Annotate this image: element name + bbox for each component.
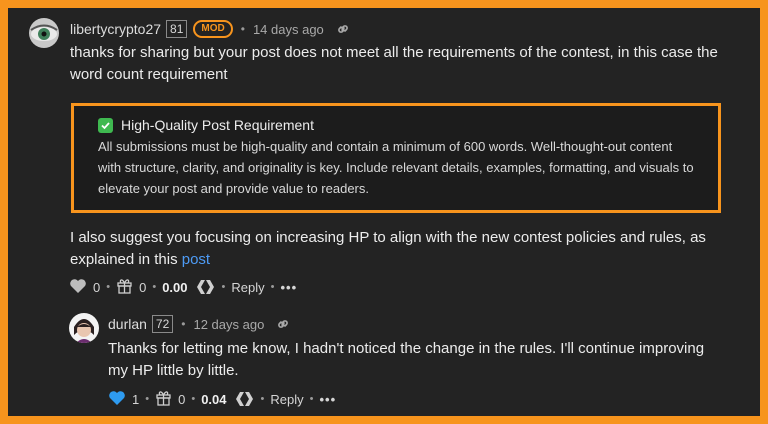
separator: • — [145, 393, 150, 405]
reply-author-name[interactable]: durlan — [108, 316, 147, 332]
separator: • — [181, 317, 186, 331]
separator: • — [309, 393, 314, 405]
author-name[interactable]: libertycrypto27 — [70, 21, 161, 37]
hive-icon[interactable] — [196, 279, 216, 295]
like-count: 0 — [93, 279, 101, 295]
reply-reputation-badge: 72 — [151, 315, 174, 333]
author-avatar[interactable] — [29, 18, 59, 48]
requirement-callout: High-Quality Post Requirement All submis… — [71, 103, 721, 213]
hive-icon[interactable] — [235, 391, 255, 407]
reply-button[interactable]: Reply — [231, 280, 264, 295]
reply-reply-button[interactable]: Reply — [270, 392, 303, 407]
gift-count: 0 — [139, 279, 147, 295]
reply-meta: durlan 72 • 12 days ago — [108, 314, 290, 334]
link-icon[interactable] — [336, 22, 350, 36]
separator: • — [191, 393, 196, 405]
separator: • — [152, 281, 157, 293]
comment-meta: libertycrypto27 81 MOD • 14 days ago — [70, 19, 350, 39]
character-avatar-image — [69, 313, 99, 343]
separator: • — [240, 22, 245, 36]
callout-title: High-Quality Post Requirement — [121, 117, 314, 133]
reply-actions: 1 • 0 • 0.04 • Reply • ••• — [108, 390, 336, 408]
comment-paragraph-1: thanks for sharing but your post does no… — [70, 44, 718, 83]
paragraph-2-text: I also suggest you focusing on increasin… — [70, 229, 706, 268]
comment-thread: libertycrypto27 81 MOD • 14 days ago tha… — [8, 8, 760, 416]
separator: • — [106, 281, 111, 293]
link-icon[interactable] — [276, 317, 290, 331]
reply-payout-value[interactable]: 0.04 — [201, 392, 226, 407]
heart-icon[interactable] — [69, 278, 87, 297]
comment-paragraph-2: I also suggest you focusing on increasin… — [70, 227, 740, 271]
reply-timestamp[interactable]: 12 days ago — [193, 317, 264, 332]
callout-body: All submissions must be high-quality and… — [98, 139, 694, 196]
gift-icon[interactable] — [155, 389, 172, 409]
mod-badge: MOD — [193, 20, 233, 38]
payout-value[interactable]: 0.00 — [162, 280, 187, 295]
separator: • — [270, 281, 275, 293]
separator: • — [260, 393, 265, 405]
callout-title-row: High-Quality Post Requirement — [98, 115, 694, 135]
reply-more-options-button[interactable]: ••• — [319, 392, 336, 407]
heart-icon[interactable] — [108, 390, 126, 409]
comment-actions: 0 • 0 • 0.00 • Reply • ••• — [69, 278, 297, 296]
separator: • — [221, 281, 226, 293]
gift-icon[interactable] — [116, 277, 133, 297]
reputation-badge: 81 — [166, 20, 188, 38]
post-link[interactable]: post — [182, 251, 210, 268]
reply-text: Thanks for letting me know, I hadn't not… — [108, 340, 705, 379]
timestamp[interactable]: 14 days ago — [253, 22, 324, 37]
reply-like-count: 1 — [132, 391, 140, 407]
reply-gift-count: 0 — [178, 391, 186, 407]
eye-avatar-image — [29, 18, 59, 48]
more-options-button[interactable]: ••• — [280, 280, 297, 295]
check-icon — [98, 117, 113, 133]
reply-author-avatar[interactable] — [69, 313, 99, 343]
